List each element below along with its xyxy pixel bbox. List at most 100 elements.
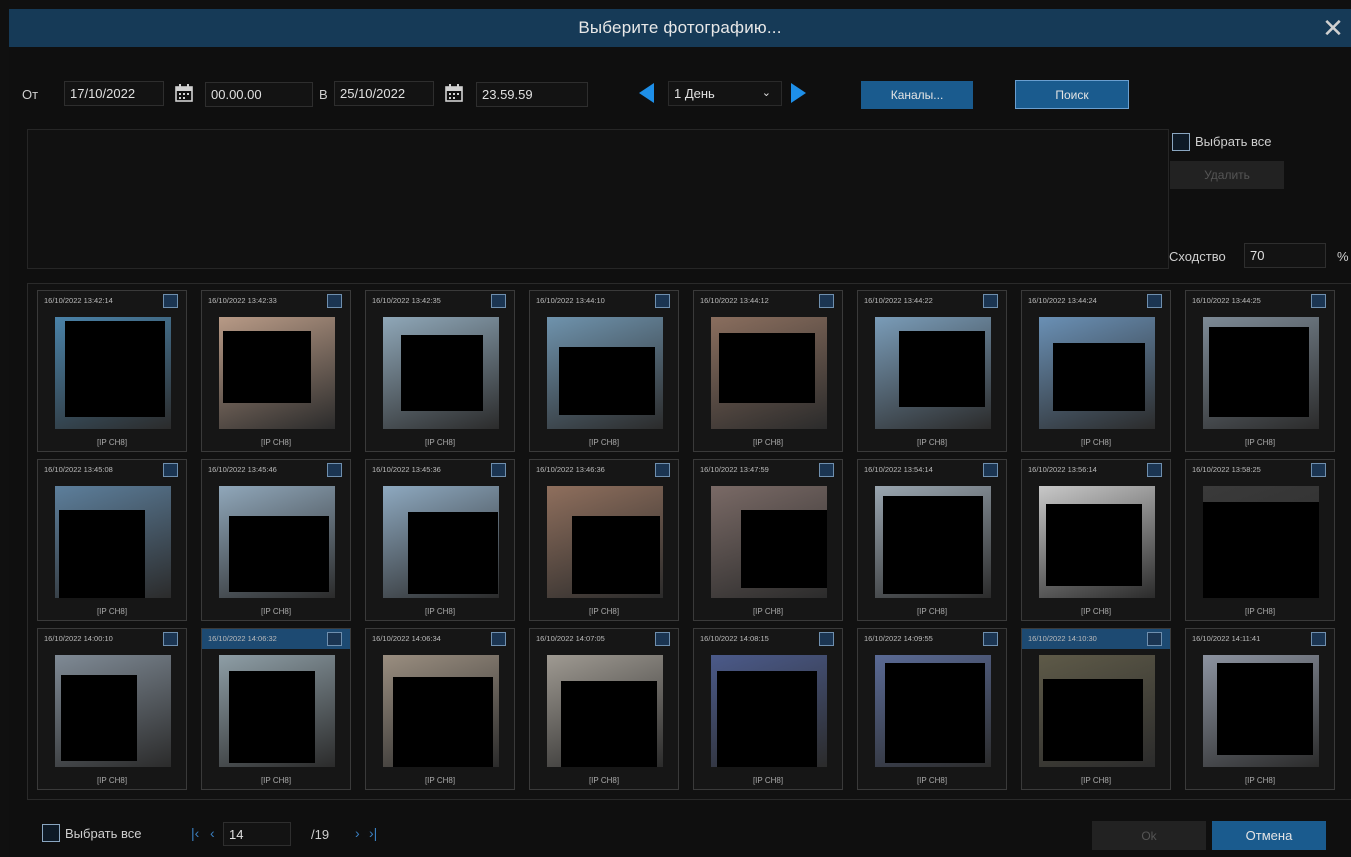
card-checkbox[interactable] [983, 632, 998, 646]
face-thumbnail[interactable] [383, 486, 499, 598]
similarity-label: Сходство [1169, 249, 1226, 264]
next-page-icon[interactable]: › [355, 825, 360, 841]
face-thumbnail[interactable] [55, 486, 171, 598]
face-thumbnail[interactable] [219, 317, 335, 429]
face-thumbnail[interactable] [875, 317, 991, 429]
face-thumbnail[interactable] [875, 486, 991, 598]
card-checkbox[interactable] [1147, 463, 1162, 477]
card-checkbox[interactable] [819, 463, 834, 477]
face-thumbnail[interactable] [547, 317, 663, 429]
card-checkbox[interactable] [327, 463, 342, 477]
result-card[interactable]: 16/10/2022 14:06:32 [IP CH8] [201, 628, 351, 790]
face-thumbnail[interactable] [55, 655, 171, 767]
card-checkbox[interactable] [1147, 632, 1162, 646]
card-checkbox[interactable] [1311, 463, 1326, 477]
card-checkbox[interactable] [491, 463, 506, 477]
face-thumbnail[interactable] [711, 655, 827, 767]
result-card[interactable]: 16/10/2022 13:44:24 [IP CH8] [1021, 290, 1171, 452]
card-checkbox[interactable] [983, 294, 998, 308]
face-thumbnail[interactable] [547, 655, 663, 767]
card-checkbox[interactable] [163, 294, 178, 308]
card-checkbox[interactable] [1311, 294, 1326, 308]
select-all-top-label: Выбрать все [1195, 134, 1272, 149]
result-card[interactable]: 16/10/2022 13:56:14 [IP CH8] [1021, 459, 1171, 621]
face-thumbnail[interactable] [219, 486, 335, 598]
close-icon[interactable]: ✕ [1319, 14, 1347, 42]
result-card[interactable]: 16/10/2022 13:46:36 [IP CH8] [529, 459, 679, 621]
calendar-icon[interactable] [175, 84, 193, 102]
result-card[interactable]: 16/10/2022 13:45:08 [IP CH8] [37, 459, 187, 621]
card-checkbox[interactable] [163, 463, 178, 477]
card-checkbox[interactable] [983, 463, 998, 477]
card-checkbox[interactable] [655, 632, 670, 646]
calendar-icon[interactable] [445, 84, 463, 102]
cancel-button[interactable]: Отмена [1212, 821, 1326, 850]
result-card[interactable]: 16/10/2022 14:07:05 [IP CH8] [529, 628, 679, 790]
face-thumbnail[interactable] [711, 486, 827, 598]
result-card[interactable]: 16/10/2022 13:44:22 [IP CH8] [857, 290, 1007, 452]
result-card[interactable]: 16/10/2022 13:45:46 [IP CH8] [201, 459, 351, 621]
prev-page-icon[interactable]: ‹ [210, 825, 215, 841]
card-channel: [IP CH8] [916, 776, 948, 785]
select-all-bottom-checkbox[interactable] [42, 824, 60, 842]
face-thumbnail[interactable] [55, 317, 171, 429]
last-page-icon[interactable]: ›| [369, 825, 377, 841]
first-page-icon[interactable]: |‹ [191, 825, 199, 841]
page-input[interactable]: 14 [223, 822, 291, 846]
period-select[interactable]: 1 День ⌄ [668, 81, 782, 106]
card-checkbox[interactable] [163, 632, 178, 646]
to-date-field[interactable]: 25/10/2022 [334, 81, 434, 106]
result-card[interactable]: 16/10/2022 13:42:14 [IP CH8] [37, 290, 187, 452]
card-checkbox[interactable] [819, 632, 834, 646]
face-thumbnail[interactable] [1039, 486, 1155, 598]
from-time-field[interactable]: 00.00.00 [205, 82, 313, 107]
face-thumbnail[interactable] [1039, 655, 1155, 767]
card-channel: [IP CH8] [588, 438, 620, 447]
card-checkbox[interactable] [491, 294, 506, 308]
result-card[interactable]: 16/10/2022 14:06:34 [IP CH8] [365, 628, 515, 790]
face-thumbnail[interactable] [1203, 655, 1319, 767]
result-card[interactable]: 16/10/2022 13:47:59 [IP CH8] [693, 459, 843, 621]
from-date-field[interactable]: 17/10/2022 [64, 81, 164, 106]
result-card[interactable]: 16/10/2022 14:09:55 [IP CH8] [857, 628, 1007, 790]
result-card[interactable]: 16/10/2022 13:58:25 [IP CH8] [1185, 459, 1335, 621]
result-card[interactable]: 16/10/2022 13:54:14 [IP CH8] [857, 459, 1007, 621]
face-thumbnail[interactable] [383, 655, 499, 767]
result-card[interactable]: 16/10/2022 13:42:35 [IP CH8] [365, 290, 515, 452]
redaction-block [1217, 663, 1313, 755]
prev-period-arrow-icon[interactable] [639, 83, 654, 103]
card-checkbox[interactable] [491, 632, 506, 646]
result-card[interactable]: 16/10/2022 14:10:30 [IP CH8] [1021, 628, 1171, 790]
result-card[interactable]: 16/10/2022 14:08:15 [IP CH8] [693, 628, 843, 790]
face-thumbnail[interactable] [711, 317, 827, 429]
result-card[interactable]: 16/10/2022 13:44:12 [IP CH8] [693, 290, 843, 452]
select-all-top-checkbox[interactable] [1172, 133, 1190, 151]
face-thumbnail[interactable] [875, 655, 991, 767]
result-card[interactable]: 16/10/2022 13:42:33 [IP CH8] [201, 290, 351, 452]
card-checkbox[interactable] [819, 294, 834, 308]
card-checkbox[interactable] [327, 294, 342, 308]
delete-button[interactable]: Удалить [1170, 161, 1284, 189]
card-checkbox[interactable] [655, 463, 670, 477]
channels-button[interactable]: Каналы... [861, 81, 973, 109]
result-card[interactable]: 16/10/2022 13:45:36 [IP CH8] [365, 459, 515, 621]
face-thumbnail[interactable] [1039, 317, 1155, 429]
to-time-field[interactable]: 23.59.59 [476, 82, 588, 107]
similarity-input[interactable]: 70 [1244, 243, 1326, 268]
face-thumbnail[interactable] [1203, 486, 1319, 598]
face-thumbnail[interactable] [383, 317, 499, 429]
face-thumbnail[interactable] [547, 486, 663, 598]
card-checkbox[interactable] [327, 632, 342, 646]
face-thumbnail[interactable] [219, 655, 335, 767]
ok-button[interactable]: Ok [1092, 821, 1206, 850]
face-thumbnail[interactable] [1203, 317, 1319, 429]
card-checkbox[interactable] [1311, 632, 1326, 646]
card-checkbox[interactable] [655, 294, 670, 308]
result-card[interactable]: 16/10/2022 14:11:41 [IP CH8] [1185, 628, 1335, 790]
result-card[interactable]: 16/10/2022 13:44:25 [IP CH8] [1185, 290, 1335, 452]
search-button[interactable]: Поиск [1015, 80, 1129, 109]
result-card[interactable]: 16/10/2022 14:00:10 [IP CH8] [37, 628, 187, 790]
result-card[interactable]: 16/10/2022 13:44:10 [IP CH8] [529, 290, 679, 452]
card-checkbox[interactable] [1147, 294, 1162, 308]
next-period-arrow-icon[interactable] [791, 83, 806, 103]
